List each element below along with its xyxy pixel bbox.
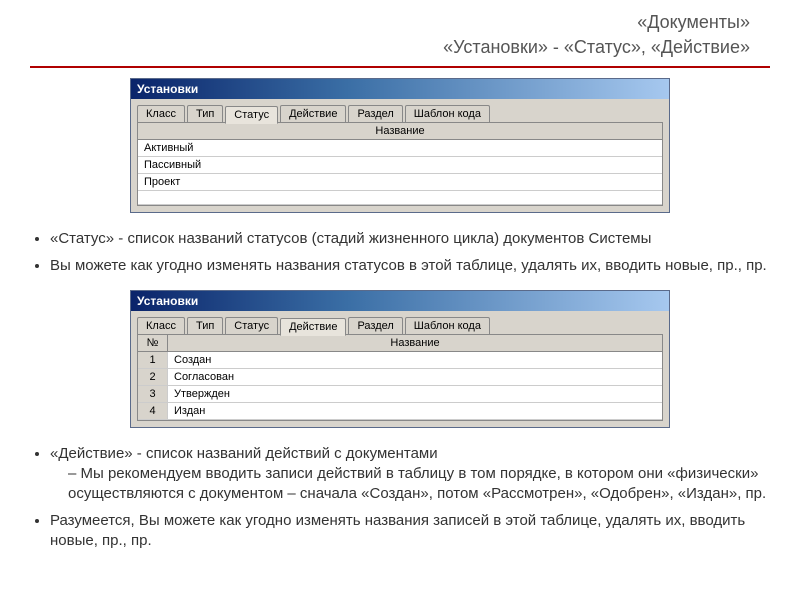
grid-row-empty[interactable]: [138, 191, 662, 205]
bullet: «Действие» - список названий действий с …: [50, 444, 770, 505]
bullet: Разумеется, Вы можете как угодно изменят…: [50, 511, 770, 552]
window-action: Установки Класс Тип Статус Действие Разд…: [130, 290, 670, 428]
grid: № Название 1Создан 2Согласован 3Утвержде…: [137, 334, 663, 421]
cell-num: 3: [138, 386, 168, 402]
grid: Название Активный Пассивный Проект: [137, 122, 663, 206]
tabstrip: Класс Тип Статус Действие Раздел Шаблон …: [131, 311, 669, 334]
cell-num: 1: [138, 352, 168, 368]
lead: «Действие»: [50, 445, 133, 462]
tab-class[interactable]: Класс: [137, 105, 185, 122]
sub-list: Мы рекомендуем вводить записи действий в…: [68, 464, 770, 505]
tab-action[interactable]: Действие: [280, 105, 346, 122]
tab-status[interactable]: Статус: [225, 317, 278, 334]
cell-name: Согласован: [168, 369, 662, 385]
tab-section[interactable]: Раздел: [348, 105, 402, 122]
cell-name: Проект: [138, 174, 662, 190]
col-num: №: [138, 335, 168, 351]
grid-row[interactable]: 1Создан: [138, 352, 662, 369]
tab-class[interactable]: Класс: [137, 317, 185, 334]
tab-action[interactable]: Действие: [280, 318, 346, 336]
slide-title: «Документы» «Установки» - «Статус», «Дей…: [30, 10, 750, 60]
grid-header: Название: [138, 123, 662, 140]
bullet: Вы можете как угодно изменять названия с…: [50, 256, 770, 276]
grid-row[interactable]: Проект: [138, 174, 662, 191]
text-block-2: «Действие» - список названий действий с …: [50, 444, 770, 551]
tab-status[interactable]: Статус: [225, 106, 278, 124]
tab-section[interactable]: Раздел: [348, 317, 402, 334]
tab-code-template[interactable]: Шаблон кода: [405, 105, 490, 122]
divider: [30, 66, 770, 68]
tabstrip: Класс Тип Статус Действие Раздел Шаблон …: [131, 99, 669, 122]
col-name: Название: [138, 123, 662, 139]
tab-type[interactable]: Тип: [187, 105, 223, 122]
window-titlebar: Установки: [131, 291, 669, 311]
cell-name: Утвержден: [168, 386, 662, 402]
grid-header: № Название: [138, 335, 662, 352]
text-block-1: «Статус» - список названий статусов (ста…: [50, 229, 770, 276]
grid-row[interactable]: Пассивный: [138, 157, 662, 174]
grid-row[interactable]: 2Согласован: [138, 369, 662, 386]
lead: «Статус»: [50, 230, 114, 247]
cell-num: 4: [138, 403, 168, 419]
window-status: Установки Класс Тип Статус Действие Разд…: [130, 78, 670, 213]
grid-row[interactable]: 4Издан: [138, 403, 662, 420]
title-line-2: «Установки» - «Статус», «Действие»: [30, 35, 750, 60]
bullet: «Статус» - список названий статусов (ста…: [50, 229, 770, 249]
col-name: Название: [168, 335, 662, 351]
cell-name: Издан: [168, 403, 662, 419]
sub-bullet: Мы рекомендуем вводить записи действий в…: [68, 464, 770, 505]
cell-name: Пассивный: [138, 157, 662, 173]
rest: - список названий действий с документами: [133, 445, 438, 462]
title-line-1: «Документы»: [30, 10, 750, 35]
rest: - список названий статусов (стадий жизне…: [114, 230, 651, 247]
grid-row[interactable]: 3Утвержден: [138, 386, 662, 403]
tab-type[interactable]: Тип: [187, 317, 223, 334]
grid-row[interactable]: Активный: [138, 140, 662, 157]
cell-num: 2: [138, 369, 168, 385]
window-titlebar: Установки: [131, 79, 669, 99]
tab-code-template[interactable]: Шаблон кода: [405, 317, 490, 334]
cell-name: Создан: [168, 352, 662, 368]
cell-name: Активный: [138, 140, 662, 156]
